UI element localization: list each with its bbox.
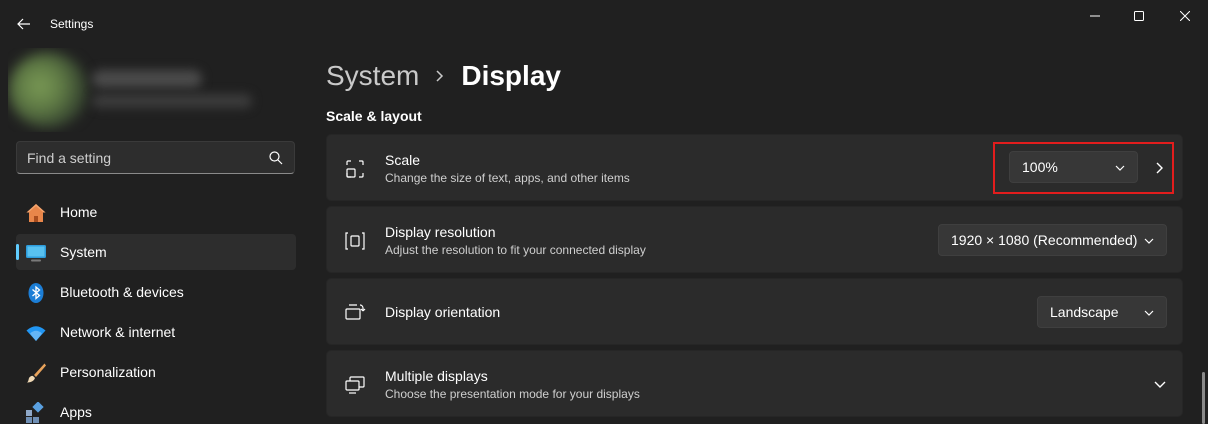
orientation-value: Landscape xyxy=(1050,304,1119,320)
active-indicator xyxy=(16,244,19,260)
close-icon xyxy=(1180,11,1190,21)
multiple-displays-card[interactable]: Multiple displays Choose the presentatio… xyxy=(326,350,1183,417)
section-title: Scale & layout xyxy=(326,108,422,124)
user-email-blurred xyxy=(92,94,252,108)
scale-icon xyxy=(343,157,367,181)
user-profile[interactable] xyxy=(8,48,298,132)
scale-description: Change the size of text, apps, and other… xyxy=(385,171,630,185)
paintbrush-icon xyxy=(25,362,47,384)
app-title: Settings xyxy=(50,17,94,31)
minimize-button[interactable] xyxy=(1072,4,1118,28)
user-name-blurred xyxy=(92,70,202,88)
orientation-title: Display orientation xyxy=(385,304,501,320)
breadcrumb-parent[interactable]: System xyxy=(326,60,419,92)
avatar xyxy=(8,52,88,128)
search-input[interactable] xyxy=(27,148,267,168)
sidebar-item-label: System xyxy=(60,244,107,260)
home-icon xyxy=(25,202,47,224)
orientation-card: Display orientation Landscape xyxy=(326,278,1183,345)
apps-icon xyxy=(25,402,47,424)
resolution-description: Adjust the resolution to fit your connec… xyxy=(385,243,646,257)
sidebar-item-home[interactable]: Home xyxy=(16,194,296,230)
sidebar-nav: Home System Bluetooth & devices Network … xyxy=(16,194,296,424)
breadcrumb: System Display xyxy=(326,58,561,94)
maximize-icon xyxy=(1134,11,1144,21)
multiple-displays-title: Multiple displays xyxy=(385,368,488,384)
page-title: Display xyxy=(461,60,561,91)
sidebar-item-bluetooth[interactable]: Bluetooth & devices xyxy=(16,274,296,310)
scrollbar[interactable] xyxy=(1202,372,1205,424)
chevron-down-icon xyxy=(1144,238,1154,244)
multiple-displays-description: Choose the presentation mode for your di… xyxy=(385,387,640,401)
resolution-title: Display resolution xyxy=(385,224,496,240)
breadcrumb-chevron-icon xyxy=(435,69,445,83)
sidebar-item-label: Network & internet xyxy=(60,324,176,340)
minimize-icon xyxy=(1090,15,1100,17)
scale-title: Scale xyxy=(385,152,421,168)
sidebar-item-label: Home xyxy=(60,204,98,220)
sidebar-item-system[interactable]: System xyxy=(16,234,296,270)
resolution-dropdown[interactable]: 1920 × 1080 (Recommended) xyxy=(938,224,1167,256)
multiple-displays-icon xyxy=(343,373,367,397)
resolution-value: 1920 × 1080 (Recommended) xyxy=(951,232,1138,248)
close-button[interactable] xyxy=(1162,4,1208,28)
resolution-card: Display resolution Adjust the resolution… xyxy=(326,206,1183,273)
sidebar-item-label: Apps xyxy=(60,404,92,420)
maximize-button[interactable] xyxy=(1116,4,1162,28)
search-box[interactable] xyxy=(16,141,295,174)
bluetooth-icon xyxy=(25,282,47,304)
system-monitor-icon xyxy=(25,242,47,264)
back-arrow-icon xyxy=(17,18,30,30)
sidebar-item-label: Personalization xyxy=(60,364,156,380)
orientation-dropdown[interactable]: Landscape xyxy=(1037,296,1167,328)
search-icon xyxy=(269,151,283,165)
sidebar-item-network[interactable]: Network & internet xyxy=(16,314,296,350)
orientation-icon xyxy=(343,301,367,325)
sidebar-item-label: Bluetooth & devices xyxy=(60,284,184,300)
chevron-down-icon xyxy=(1144,310,1154,316)
highlight-box xyxy=(993,142,1174,194)
back-button[interactable] xyxy=(10,12,38,36)
expand-chevron-icon[interactable] xyxy=(1152,376,1168,392)
title-bar: Settings xyxy=(0,0,1208,48)
sidebar-item-personalization[interactable]: Personalization xyxy=(16,354,296,390)
resolution-icon xyxy=(343,229,367,253)
sidebar-item-apps[interactable]: Apps xyxy=(16,394,296,424)
wifi-icon xyxy=(25,322,47,344)
